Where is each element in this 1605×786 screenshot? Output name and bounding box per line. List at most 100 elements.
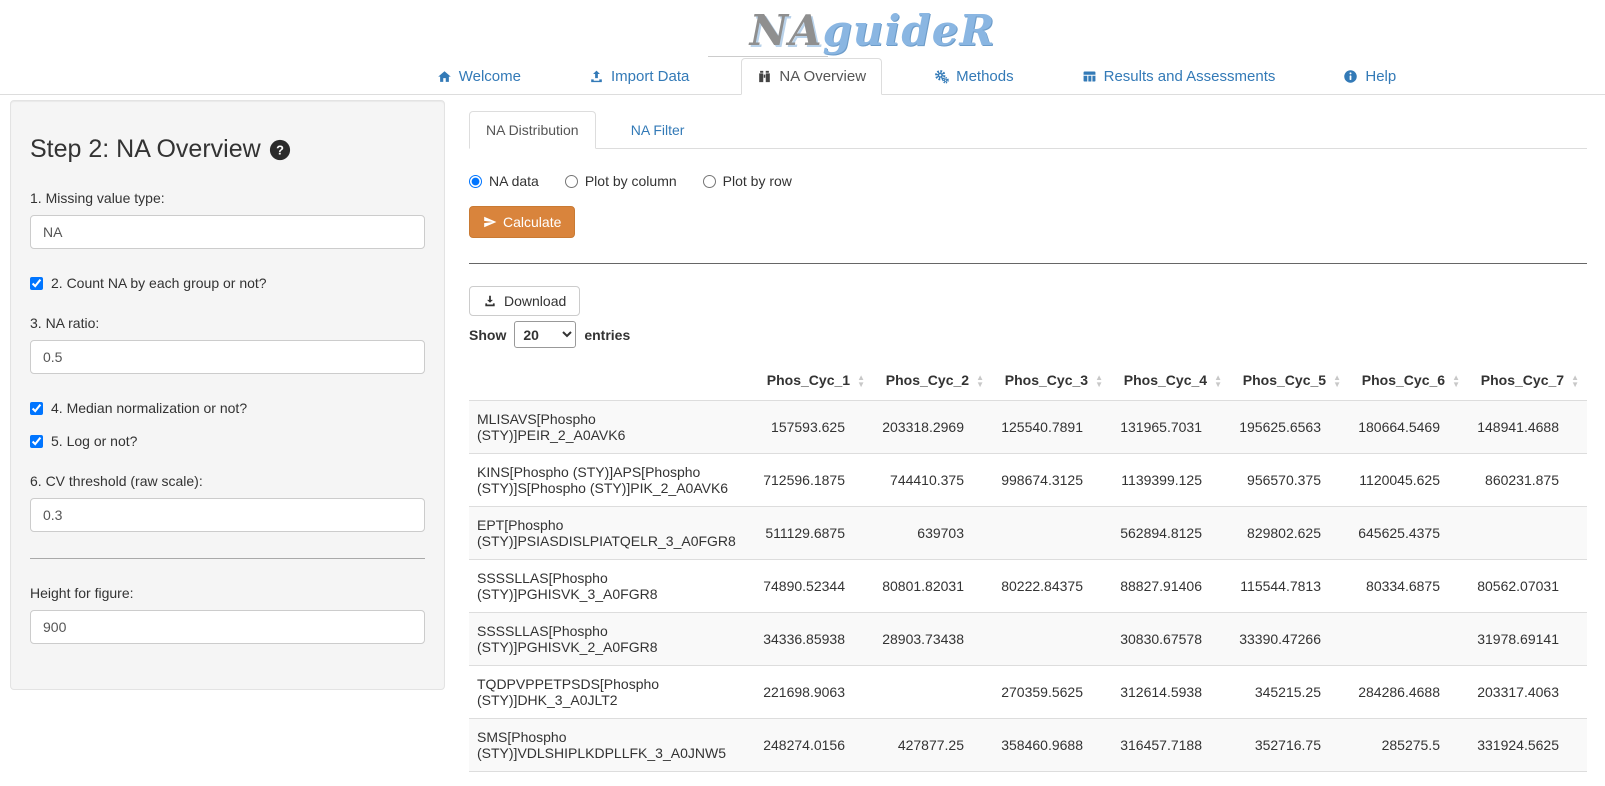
radio-label: Plot by row bbox=[723, 173, 792, 189]
cell-value: 180664.5469 bbox=[1349, 401, 1468, 454]
figure-height-group: Height for figure: bbox=[30, 585, 425, 644]
cell-value bbox=[992, 613, 1111, 666]
nav-tab-na-overview[interactable]: NA Overview bbox=[741, 58, 882, 95]
row-name-cell: KINS[Phospho (STY)]APS[Phospho (STY)]S[P… bbox=[469, 454, 754, 507]
column-header-phos-cyc-3[interactable]: Phos_Cyc_3▲▼ bbox=[992, 360, 1111, 401]
cell-value: 221698.9063 bbox=[754, 666, 873, 719]
cell-value: 352716.75 bbox=[1230, 719, 1349, 772]
cell-value: 956570.375 bbox=[1230, 454, 1349, 507]
cell-value: 562894.8125 bbox=[1111, 507, 1230, 560]
column-header-label: Phos_Cyc_4 bbox=[1124, 372, 1207, 388]
radio-plot-by-column[interactable]: Plot by column bbox=[565, 173, 677, 189]
median-normalization-checkbox[interactable] bbox=[30, 402, 43, 415]
cell-value: 744410.375 bbox=[873, 454, 992, 507]
sort-icon: ▲▼ bbox=[1095, 374, 1103, 388]
step-title-text: Step 2: NA Overview bbox=[30, 135, 261, 164]
sort-icon: ▲▼ bbox=[857, 374, 865, 388]
column-header-phos-cyc-5[interactable]: Phos_Cyc_5▲▼ bbox=[1230, 360, 1349, 401]
nav-tab-label: Import Data bbox=[611, 68, 689, 85]
logo-text-na: NA bbox=[750, 6, 823, 55]
count-na-checkbox-row[interactable]: 2. Count NA by each group or not? bbox=[30, 275, 425, 291]
cell-value: 645625.4375 bbox=[1349, 507, 1468, 560]
upload-icon bbox=[589, 69, 604, 84]
cell-value: 31978.69141 bbox=[1468, 613, 1587, 666]
figure-height-input[interactable] bbox=[30, 610, 425, 644]
table-header-row: Phos_Cyc_1▲▼Phos_Cyc_2▲▼Phos_Cyc_3▲▼Phos… bbox=[469, 360, 1587, 401]
nav-tab-welcome[interactable]: Welcome bbox=[421, 58, 537, 95]
row-name-cell: SSSSLLAS[Phospho (STY)]PGHISVK_3_A0FGR8 bbox=[469, 560, 754, 613]
count-na-label: 2. Count NA by each group or not? bbox=[51, 275, 267, 291]
count-na-checkbox[interactable] bbox=[30, 277, 43, 290]
cell-value: 712596.1875 bbox=[754, 454, 873, 507]
radio-input-na-data[interactable] bbox=[469, 175, 482, 188]
nav-tab-results-and-assessments[interactable]: Results and Assessments bbox=[1066, 58, 1292, 95]
cell-value: 998674.3125 bbox=[992, 454, 1111, 507]
radio-input-plot-by-row[interactable] bbox=[703, 175, 716, 188]
nav-item: Results and Assessments bbox=[1066, 58, 1292, 95]
table-row: KINS[Phospho (STY)]APS[Phospho (STY)]S[P… bbox=[469, 454, 1587, 507]
cell-value: 30830.67578 bbox=[1111, 613, 1230, 666]
cell-value: 74890.52344 bbox=[754, 560, 873, 613]
column-header-phos-cyc-6[interactable]: Phos_Cyc_6▲▼ bbox=[1349, 360, 1468, 401]
cell-value: 80562.07031 bbox=[1468, 560, 1587, 613]
column-header-phos-cyc-7[interactable]: Phos_Cyc_7▲▼ bbox=[1468, 360, 1587, 401]
column-header-phos-cyc-2[interactable]: Phos_Cyc_2▲▼ bbox=[873, 360, 992, 401]
tab-na-filter[interactable]: NA Filter bbox=[598, 111, 718, 149]
cell-value: 285275.5 bbox=[1349, 719, 1468, 772]
nav-tab-label: Help bbox=[1365, 68, 1396, 85]
missing-value-type-group: 1. Missing value type: bbox=[30, 190, 425, 249]
cell-value: 427877.25 bbox=[873, 719, 992, 772]
sidebar-divider bbox=[30, 558, 425, 559]
log-checkbox[interactable] bbox=[30, 435, 43, 448]
cell-value: 511129.6875 bbox=[754, 507, 873, 560]
radio-plot-by-row[interactable]: Plot by row bbox=[703, 173, 792, 189]
cell-value: 195625.6563 bbox=[1230, 401, 1349, 454]
page-length-control: Show 20 entries bbox=[469, 321, 1587, 348]
column-header-phos-cyc-1[interactable]: Phos_Cyc_1 ▲▼ bbox=[754, 360, 873, 401]
table-row: SSSSLLAS[Phospho (STY)]PGHISVK_3_A0FGR87… bbox=[469, 560, 1587, 613]
nav-tab-label: Methods bbox=[956, 68, 1014, 85]
column-header-label: Phos_Cyc_6 bbox=[1362, 372, 1445, 388]
radio-label: NA data bbox=[489, 173, 539, 189]
help-question-icon[interactable]: ? bbox=[269, 139, 291, 161]
app-logo: NAguideR bbox=[750, 6, 996, 55]
na-ratio-label: 3. NA ratio: bbox=[30, 315, 425, 331]
column-header-phos-cyc-4[interactable]: Phos_Cyc_4 ▲▼ bbox=[1111, 360, 1230, 401]
calculate-button[interactable]: Calculate bbox=[469, 206, 575, 238]
cv-threshold-group: 6. CV threshold (raw scale): bbox=[30, 473, 425, 532]
figure-height-label: Height for figure: bbox=[30, 585, 425, 601]
cell-value: 28903.73438 bbox=[873, 613, 992, 666]
cell-value: 80801.82031 bbox=[873, 560, 992, 613]
na-ratio-group: 3. NA ratio: bbox=[30, 315, 425, 374]
row-name-cell: TQDPVPPETPSDS[Phospho (STY)]DHK_3_A0JLT2 bbox=[469, 666, 754, 719]
show-label: Show bbox=[469, 327, 506, 343]
tab-na-distribution[interactable]: NA Distribution bbox=[469, 111, 596, 149]
home-icon bbox=[437, 69, 452, 84]
column-header-label: Phos_Cyc_1 bbox=[767, 372, 850, 388]
cell-value: 34336.85938 bbox=[754, 613, 873, 666]
column-header-label: Phos_Cyc_5 bbox=[1243, 372, 1326, 388]
table-icon bbox=[1082, 69, 1097, 84]
nav-tab-help[interactable]: Help bbox=[1327, 58, 1412, 95]
download-button[interactable]: Download bbox=[469, 286, 580, 316]
cell-value: 80222.84375 bbox=[992, 560, 1111, 613]
table-row: MLISAVS[Phospho (STY)]PEIR_2_A0AVK615759… bbox=[469, 401, 1587, 454]
cv-threshold-input[interactable] bbox=[30, 498, 425, 532]
cell-value: 358460.9688 bbox=[992, 719, 1111, 772]
cell-value: 125540.7891 bbox=[992, 401, 1111, 454]
sort-icon: ▲▼ bbox=[1214, 374, 1222, 388]
nav-tab-methods[interactable]: Methods bbox=[918, 58, 1030, 95]
cell-value bbox=[873, 666, 992, 719]
page-length-select[interactable]: 20 bbox=[514, 321, 576, 348]
radio-na-data[interactable]: NA data bbox=[469, 173, 539, 189]
cell-value: 203318.2969 bbox=[873, 401, 992, 454]
nav-tab-label: Results and Assessments bbox=[1104, 68, 1276, 85]
na-ratio-input[interactable] bbox=[30, 340, 425, 374]
na-data-table: Phos_Cyc_1▲▼Phos_Cyc_2▲▼Phos_Cyc_3▲▼Phos… bbox=[469, 360, 1587, 772]
sort-icon: ▲▼ bbox=[976, 374, 984, 388]
log-checkbox-row[interactable]: 5. Log or not? bbox=[30, 433, 425, 449]
missing-value-type-input[interactable] bbox=[30, 215, 425, 249]
radio-input-plot-by-column[interactable] bbox=[565, 175, 578, 188]
median-normalization-checkbox-row[interactable]: 4. Median normalization or not? bbox=[30, 400, 425, 416]
nav-tab-import-data[interactable]: Import Data bbox=[573, 58, 705, 95]
